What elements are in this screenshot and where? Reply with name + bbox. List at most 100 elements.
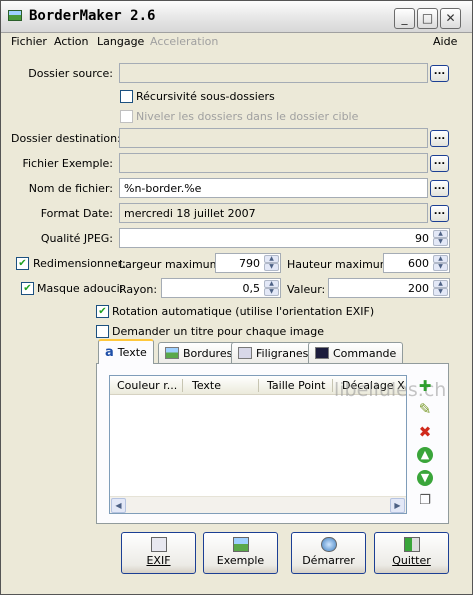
example-button-label: Exemple bbox=[216, 554, 265, 567]
value-value: 200 bbox=[408, 282, 429, 295]
recursive-label: Récursivité sous-dossiers bbox=[136, 90, 275, 103]
title-bar: BorderMaker 2.6 _ □ ✕ bbox=[1, 1, 472, 33]
jpeg-quality-value: 90 bbox=[415, 232, 429, 245]
quit-button-label: Quitter bbox=[392, 554, 431, 567]
max-height-arrows[interactable]: ▲ ▼ bbox=[433, 255, 448, 271]
column-header[interactable]: Couleur r... bbox=[117, 379, 177, 392]
radius-arrows[interactable]: ▲ ▼ bbox=[264, 280, 279, 296]
spin-down-icon[interactable]: ▼ bbox=[433, 288, 448, 296]
max-width-arrows[interactable]: ▲ ▼ bbox=[264, 255, 279, 271]
start-button-label: Démarrer bbox=[302, 554, 355, 567]
resize-checkbox[interactable]: ✔ bbox=[16, 257, 29, 270]
menu-aide[interactable]: Aide bbox=[433, 35, 457, 48]
radius-spinner[interactable]: 0,5 ▲ ▼ bbox=[161, 278, 281, 298]
copy-icon[interactable]: ❐ bbox=[417, 493, 433, 509]
radius-value: 0,5 bbox=[242, 282, 261, 295]
filename-input[interactable]: %n-border.%e bbox=[119, 178, 428, 198]
jpeg-quality-label: Qualité JPEG: bbox=[40, 232, 113, 245]
max-height-value: 600 bbox=[408, 257, 429, 270]
dest-folder-field[interactable] bbox=[119, 128, 428, 148]
filename-browse-button[interactable]: ... bbox=[430, 180, 449, 197]
spin-down-icon[interactable]: ▼ bbox=[264, 263, 279, 271]
spin-up-icon[interactable]: ▲ bbox=[264, 255, 279, 263]
watermark-icon bbox=[238, 347, 252, 359]
spin-up-icon[interactable]: ▲ bbox=[433, 255, 448, 263]
menu-fichier[interactable]: Fichier bbox=[11, 35, 47, 48]
max-width-spinner[interactable]: 790 ▲ ▼ bbox=[215, 253, 281, 273]
filename-label: Nom de fichier: bbox=[28, 182, 113, 195]
value-spinner[interactable]: 200 ▲ ▼ bbox=[328, 278, 450, 298]
minimize-button[interactable]: _ bbox=[394, 8, 415, 29]
move-up-icon[interactable]: ▲ bbox=[417, 447, 433, 463]
column-separator[interactable] bbox=[182, 379, 183, 392]
level-folders-label: Niveler les dossiers dans le dossier cib… bbox=[136, 110, 359, 123]
column-separator[interactable] bbox=[332, 379, 333, 392]
close-button[interactable]: ✕ bbox=[440, 8, 461, 29]
tab-texte[interactable]: a Texte bbox=[98, 339, 154, 364]
tab-bordures[interactable]: Bordures bbox=[158, 342, 240, 364]
jpeg-quality-arrows[interactable]: ▲ ▼ bbox=[433, 230, 448, 246]
tab-filigranes[interactable]: Filigranes bbox=[231, 342, 316, 364]
menu-langage[interactable]: Langage bbox=[97, 35, 144, 48]
dest-folder-label: Dossier destination: bbox=[11, 132, 121, 145]
window-title: BorderMaker 2.6 bbox=[29, 8, 156, 24]
exit-icon bbox=[403, 537, 420, 552]
start-button[interactable]: Démarrer bbox=[291, 532, 366, 574]
spin-down-icon[interactable]: ▼ bbox=[433, 238, 448, 246]
source-folder-field[interactable] bbox=[119, 63, 428, 83]
radius-label: Rayon: bbox=[119, 283, 158, 296]
example-file-label: Fichier Exemple: bbox=[22, 157, 113, 170]
tab-commande[interactable]: Commande bbox=[308, 342, 404, 364]
tab-texte-label: Texte bbox=[117, 346, 147, 359]
exif-icon bbox=[150, 537, 167, 552]
menu-bar: Fichier Action Langage Acceleration Aide bbox=[1, 33, 472, 51]
soften-mask-checkbox[interactable]: ✔ bbox=[21, 282, 34, 295]
tab-commande-label: Commande bbox=[333, 347, 397, 360]
edit-icon[interactable]: ✎ bbox=[417, 401, 433, 417]
column-header[interactable]: Taille Point bbox=[267, 379, 325, 392]
spin-up-icon[interactable]: ▲ bbox=[264, 280, 279, 288]
move-down-icon[interactable]: ▼ bbox=[417, 470, 433, 486]
quit-button[interactable]: Quitter bbox=[374, 532, 449, 574]
scroll-left-icon[interactable]: ◀ bbox=[111, 498, 126, 513]
exif-button[interactable]: EXIF bbox=[121, 532, 196, 574]
add-icon[interactable]: ✚ bbox=[417, 378, 433, 394]
ask-title-checkbox[interactable] bbox=[96, 325, 109, 338]
example-browse-button[interactable]: ... bbox=[430, 155, 449, 172]
menu-acceleration[interactable]: Acceleration bbox=[150, 35, 218, 48]
level-folders-checkbox[interactable] bbox=[120, 110, 133, 123]
maximize-button[interactable]: □ bbox=[417, 8, 438, 29]
bordermaker-window: BorderMaker 2.6 _ □ ✕ Fichier Action Lan… bbox=[0, 0, 473, 595]
spin-up-icon[interactable]: ▲ bbox=[433, 280, 448, 288]
tab-bordures-label: Bordures bbox=[183, 347, 233, 360]
example-button[interactable]: Exemple bbox=[203, 532, 278, 574]
menu-action[interactable]: Action bbox=[54, 35, 88, 48]
picture-icon bbox=[165, 347, 179, 359]
max-height-spinner[interactable]: 600 ▲ ▼ bbox=[383, 253, 450, 273]
value-arrows[interactable]: ▲ ▼ bbox=[433, 280, 448, 296]
horizontal-scrollbar[interactable]: ◀ ▶ bbox=[110, 496, 406, 513]
gear-icon bbox=[320, 537, 337, 552]
spin-up-icon[interactable]: ▲ bbox=[433, 230, 448, 238]
column-header[interactable]: Texte bbox=[192, 379, 221, 392]
delete-icon[interactable]: ✖ bbox=[417, 424, 433, 440]
date-format-field[interactable]: mercredi 18 juillet 2007 bbox=[119, 203, 428, 223]
picture-icon bbox=[232, 537, 249, 552]
source-browse-button[interactable]: ... bbox=[430, 65, 449, 82]
scroll-right-icon[interactable]: ▶ bbox=[390, 498, 405, 513]
jpeg-quality-spinner[interactable]: 90 ▲ ▼ bbox=[119, 228, 450, 248]
dest-browse-button[interactable]: ... bbox=[430, 130, 449, 147]
column-separator[interactable] bbox=[258, 379, 259, 392]
tab-filigranes-label: Filigranes bbox=[256, 347, 309, 360]
recursive-checkbox[interactable] bbox=[120, 90, 133, 103]
soften-mask-label: Masque adouci: bbox=[37, 282, 124, 295]
spin-down-icon[interactable]: ▼ bbox=[433, 263, 448, 271]
spin-down-icon[interactable]: ▼ bbox=[264, 288, 279, 296]
app-icon bbox=[8, 10, 22, 21]
resize-label: Redimensionner: bbox=[33, 257, 126, 270]
auto-rotation-checkbox[interactable]: ✔ bbox=[96, 305, 109, 318]
exif-button-label: EXIF bbox=[146, 554, 171, 567]
auto-rotation-label: Rotation automatique (utilise l'orientat… bbox=[112, 305, 375, 318]
example-file-field[interactable] bbox=[119, 153, 428, 173]
date-format-browse-button[interactable]: ... bbox=[430, 205, 449, 222]
